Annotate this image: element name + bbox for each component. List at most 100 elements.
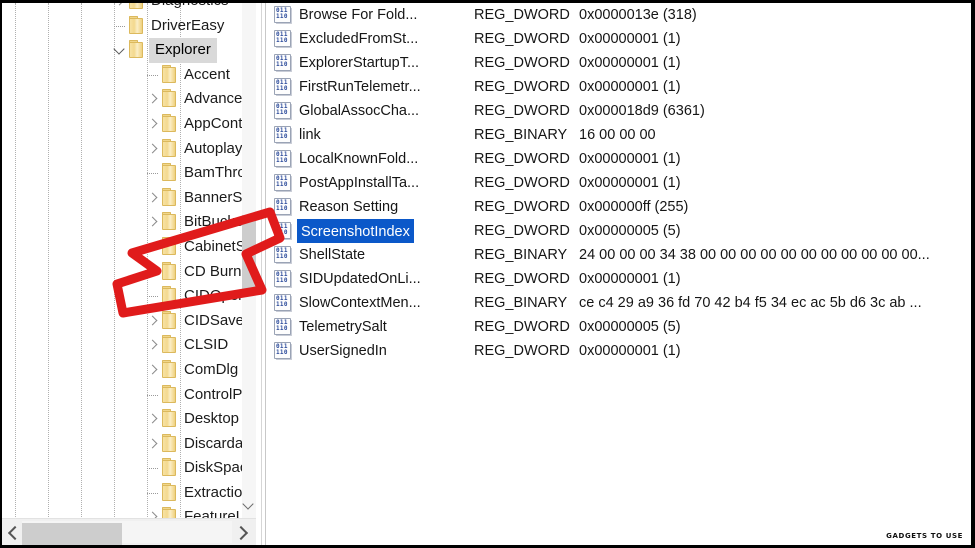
chevron-right-icon[interactable] xyxy=(145,407,161,431)
tree-node-label: Advance xyxy=(184,90,243,108)
value-name-cell[interactable]: 011 110 ShellState xyxy=(274,243,469,267)
value-name: Reason Setting xyxy=(299,199,399,215)
tree-node-appcont[interactable]: AppCont xyxy=(2,112,256,137)
tree-node-controlp[interactable]: ControlP xyxy=(2,383,256,408)
tree-node-label: BannerSt xyxy=(184,188,247,206)
chevron-left-icon[interactable] xyxy=(2,519,24,545)
value-name-cell[interactable]: 011 110 UserSignedIn xyxy=(274,339,469,363)
chevron-right-icon[interactable] xyxy=(145,87,161,111)
tree-node-autoplay[interactable]: Autoplay xyxy=(2,137,256,162)
tree-vertical-scrollbar[interactable] xyxy=(242,3,256,519)
tree-node-label: CIDOper xyxy=(184,287,244,305)
tree-node-label: Accent xyxy=(184,65,230,83)
tree-node-comdlg[interactable]: ComDlg xyxy=(2,358,256,383)
tree-node-diskspac[interactable]: DiskSpac xyxy=(2,456,256,481)
chevron-right-icon[interactable] xyxy=(145,260,161,284)
value-data: 0x00000001 (1) xyxy=(579,79,681,95)
value-row[interactable]: 011 110 GlobalAssocCha... REG_DWORD 0x000018… xyxy=(274,99,971,123)
value-row[interactable]: 011 110 FirstRunTelemetr... REG_DWORD 0x0000… xyxy=(274,75,971,99)
chevron-right-icon[interactable] xyxy=(145,309,161,333)
tree-node-cidoper[interactable]: CIDOper xyxy=(2,284,256,309)
tree-node-label: FeatureU xyxy=(184,508,247,519)
value-data: 0x000000ff (255) xyxy=(579,199,689,215)
tree-node-drivereasy[interactable]: DriverEasy xyxy=(2,14,256,39)
value-data: 0x00000001 (1) xyxy=(579,175,681,191)
value-name: LocalKnownFold... xyxy=(299,151,419,167)
value-name-cell[interactable]: 011 110 PostAppInstallTa... xyxy=(274,171,469,195)
value-name: ScreenshotIndex xyxy=(297,219,414,243)
value-row[interactable]: 011 110 ExcludedFromSt... REG_DWORD 0x000000… xyxy=(274,27,971,51)
value-row[interactable]: 011 110 ShellState REG_BINARY 24 00 00 00 34… xyxy=(274,243,971,267)
value-name: GlobalAssocCha... xyxy=(299,103,420,119)
tree-node-label: CD Burni xyxy=(184,262,245,280)
value-name-cell[interactable]: 011 110 LocalKnownFold... xyxy=(274,147,469,171)
value-row[interactable]: 011 110 PostAppInstallTa... REG_DWORD 0x0000… xyxy=(274,171,971,195)
chevron-right-icon[interactable] xyxy=(112,3,128,13)
pane-splitter[interactable] xyxy=(256,3,274,545)
value-row[interactable]: 011 110 TelemetrySalt REG_DWORD 0x00000005 (… xyxy=(274,315,971,339)
folder-icon xyxy=(161,409,176,428)
value-row[interactable]: 011 110 LocalKnownFold... REG_DWORD 0x000000… xyxy=(274,147,971,171)
tree-node-cabinets[interactable]: CabinetS xyxy=(2,235,256,260)
folder-icon xyxy=(161,89,176,108)
value-name-cell[interactable]: 011 110 ScreenshotIndex xyxy=(274,219,469,243)
chevron-right-icon[interactable] xyxy=(145,432,161,456)
value-row[interactable]: 011 110 SlowContextMen... REG_BINARY ce c4 2… xyxy=(274,291,971,315)
chevron-right-icon[interactable] xyxy=(145,186,161,210)
registry-value-icon: 011 110 xyxy=(274,270,291,287)
tree-node-diagnostics[interactable]: Diagnostics xyxy=(2,3,256,14)
chevron-right-icon[interactable] xyxy=(232,519,254,545)
value-row[interactable]: 011 110 ScreenshotIndex REG_DWORD 0x00000005… xyxy=(274,219,971,243)
tree-node-accent[interactable]: Accent xyxy=(2,63,256,88)
value-name-cell[interactable]: 011 110 ExplorerStartupT... xyxy=(274,51,469,75)
chevron-down-icon[interactable] xyxy=(242,498,255,511)
chevron-right-icon[interactable] xyxy=(145,137,161,161)
hscrollbar-track[interactable] xyxy=(22,521,232,545)
chevron-right-icon[interactable] xyxy=(145,358,161,382)
tree-leaf-connector xyxy=(112,14,128,38)
tree-node-explorer[interactable]: Explorer xyxy=(2,38,256,63)
value-row[interactable]: 011 110 SIDUpdatedOnLi... REG_DWORD 0x000000… xyxy=(274,267,971,291)
tree-node-advance[interactable]: Advance xyxy=(2,87,256,112)
value-row[interactable]: 011 110 Reason Setting REG_DWORD 0x000000ff … xyxy=(274,195,971,219)
value-name-cell[interactable]: 011 110 link xyxy=(274,123,469,147)
registry-key-tree[interactable]: Diagnostics DriverEasy Explorer Accent Advan… xyxy=(2,3,256,519)
chevron-right-icon[interactable] xyxy=(145,112,161,136)
chevron-right-icon[interactable] xyxy=(145,333,161,357)
tree-node-clsid[interactable]: CLSID xyxy=(2,333,256,358)
chevron-right-icon[interactable] xyxy=(145,505,161,519)
folder-icon xyxy=(161,359,176,378)
value-row[interactable]: 011 110 Browse For Fold... REG_DWORD 0x00000… xyxy=(274,3,971,27)
value-name-cell[interactable]: 011 110 Reason Setting xyxy=(274,195,469,219)
value-name-cell[interactable]: 011 110 Browse For Fold... xyxy=(274,3,469,27)
tree-node-featureu[interactable]: FeatureU xyxy=(2,505,256,519)
value-row[interactable]: 011 110 ExplorerStartupT... REG_DWORD 0x0000… xyxy=(274,51,971,75)
tree-scrollbar-thumb[interactable] xyxy=(242,215,256,293)
value-name-cell[interactable]: 011 110 ExcludedFromSt... xyxy=(274,27,469,51)
value-row[interactable]: 011 110 UserSignedIn REG_DWORD 0x00000001 (1… xyxy=(274,339,971,363)
tree-node-cidsave[interactable]: CIDSave xyxy=(2,309,256,334)
tree-node-discarda[interactable]: Discarda xyxy=(2,432,256,457)
value-name-cell[interactable]: 011 110 TelemetrySalt xyxy=(274,315,469,339)
folder-icon xyxy=(161,64,176,83)
chevron-right-icon[interactable] xyxy=(145,210,161,234)
value-name-cell[interactable]: 011 110 SIDUpdatedOnLi... xyxy=(274,267,469,291)
tree-horizontal-scrollbar[interactable] xyxy=(2,518,256,545)
value-name: ShellState xyxy=(299,247,366,263)
tree-node-bamthro[interactable]: BamThro xyxy=(2,161,256,186)
hscrollbar-thumb[interactable] xyxy=(22,523,122,545)
value-data: 0x00000001 (1) xyxy=(579,151,681,167)
value-data: 0x00000005 (5) xyxy=(579,223,681,239)
value-name-cell[interactable]: 011 110 SlowContextMen... xyxy=(274,291,469,315)
chevron-down-icon[interactable] xyxy=(112,38,128,62)
tree-node-extractio[interactable]: Extractio xyxy=(2,481,256,506)
tree-node-desktop[interactable]: Desktop xyxy=(2,407,256,432)
tree-node-cd-burni[interactable]: CD Burni xyxy=(2,260,256,285)
tree-node-bannerst[interactable]: BannerSt xyxy=(2,186,256,211)
registry-editor-window: Diagnostics DriverEasy Explorer Accent Advan… xyxy=(0,0,975,548)
value-name-cell[interactable]: 011 110 FirstRunTelemetr... xyxy=(274,75,469,99)
registry-value-list[interactable]: 011 110 Browse For Fold... REG_DWORD 0x00000… xyxy=(274,3,971,545)
value-row[interactable]: 011 110 link REG_BINARY 16 00 00 00 xyxy=(274,123,971,147)
tree-node-bitbucke[interactable]: BitBucke xyxy=(2,210,256,235)
value-name-cell[interactable]: 011 110 GlobalAssocCha... xyxy=(274,99,469,123)
